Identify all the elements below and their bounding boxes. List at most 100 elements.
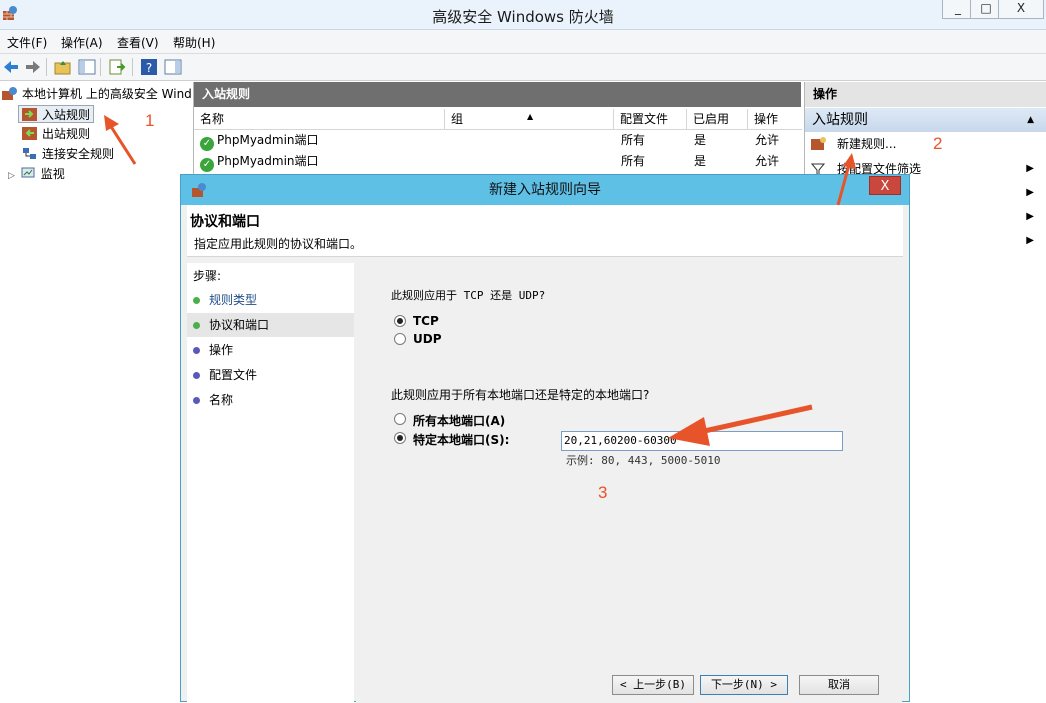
toolbar-separator xyxy=(100,58,101,76)
radio-specific-ports-label[interactable]: 特定本地端口(S): xyxy=(413,431,509,448)
back-arrow-icon[interactable] xyxy=(2,58,20,76)
dialog-titlebar: 新建入站规则向导 X xyxy=(181,175,909,205)
step-bullet-icon xyxy=(193,297,200,304)
dialog-close-button[interactable]: X xyxy=(869,176,901,195)
monitoring-icon xyxy=(21,167,35,178)
new-inbound-rule-wizard: 新建入站规则向导 X 协议和端口 指定应用此规则的协议和端口。 步骤: 规则类型… xyxy=(180,174,910,703)
tree-root[interactable]: 本地计算机 上的高级安全 Wind xyxy=(2,85,192,103)
actions-pane-header: 操作 xyxy=(805,82,1046,107)
submenu-arrow-icon: ▶ xyxy=(1026,187,1034,198)
step-label: 名称 xyxy=(209,393,234,407)
show-hide-tree-icon[interactable] xyxy=(78,58,96,76)
rules-pane-header: 入站规则 xyxy=(194,82,801,107)
step-label: 配置文件 xyxy=(209,368,258,382)
menu-file[interactable]: 文件(F) xyxy=(7,34,47,51)
toolbar: ? xyxy=(0,54,1046,81)
wizard-content: 此规则应用于 TCP 还是 UDP? TCP UDP 此规则应用于所有本地端口还… xyxy=(356,263,902,703)
tree-item-outbound-rules[interactable]: 出站规则 xyxy=(22,125,90,143)
submenu-arrow-icon: ▶ xyxy=(1026,211,1034,222)
tree-item-label: 监视 xyxy=(40,167,65,181)
radio-tcp-label[interactable]: TCP xyxy=(413,314,439,328)
step-profile[interactable]: 配置文件 xyxy=(187,363,354,387)
step-bullet-icon xyxy=(193,397,200,404)
svg-text:?: ? xyxy=(146,61,152,75)
step-protocol-ports[interactable]: 协议和端口 xyxy=(187,313,354,337)
dialog-title: 新建入站规则向导 xyxy=(489,182,601,198)
show-action-pane-icon[interactable] xyxy=(164,58,182,76)
export-list-icon[interactable] xyxy=(108,58,126,76)
expand-chevron-icon[interactable]: ▷ xyxy=(8,171,15,181)
toolbar-separator xyxy=(46,58,47,76)
column-header-name[interactable]: 名称 xyxy=(194,109,445,130)
specific-ports-input[interactable]: 20,21,60200-60300 xyxy=(561,431,843,451)
ports-question: 此规则应用于所有本地端口还是特定的本地端口? xyxy=(391,388,650,402)
rule-profile: 所有 xyxy=(621,133,646,147)
tree-root-label: 本地计算机 上的高级安全 Wind xyxy=(22,87,192,101)
tree-item-monitoring[interactable]: ▷ 监视 xyxy=(8,165,65,183)
firewall-icon xyxy=(2,87,17,100)
annotation-3: 3 xyxy=(598,483,608,502)
outbound-rules-icon xyxy=(22,127,37,140)
connection-security-icon xyxy=(23,148,36,159)
radio-udp[interactable] xyxy=(394,333,406,345)
tree-item-label: 连接安全规则 xyxy=(42,147,115,161)
new-rule-label: 新建规则... xyxy=(837,137,897,151)
forward-arrow-icon[interactable] xyxy=(24,58,42,76)
actions-section-inbound[interactable]: 入站规则 ▲ xyxy=(805,108,1046,132)
radio-tcp[interactable] xyxy=(394,315,406,327)
step-bullet-icon xyxy=(193,322,200,329)
column-header-group[interactable]: 组 ▲ xyxy=(445,109,614,130)
steps-title: 步骤: xyxy=(193,269,222,283)
inbound-rules-icon xyxy=(22,108,37,121)
rule-name: PhpMyadmin端口 xyxy=(217,154,319,168)
tree-item-label: 出站规则 xyxy=(42,127,91,141)
column-header-enabled[interactable]: 已启用 xyxy=(687,109,748,130)
back-button[interactable]: < 上一步(B) xyxy=(612,675,694,695)
column-header-group-label: 组 xyxy=(451,112,464,126)
radio-all-ports[interactable] xyxy=(394,413,406,425)
window-titlebar: 高级安全 Windows 防火墙 _ □ X xyxy=(0,0,1046,30)
rule-enabled: 是 xyxy=(694,133,707,147)
tree-item-inbound-rules[interactable]: 入站规则 xyxy=(18,105,95,123)
allow-check-icon: ✓ xyxy=(200,137,214,151)
protocol-question: 此规则应用于 TCP 还是 UDP? xyxy=(391,289,546,302)
new-rule-action[interactable]: 新建规则... xyxy=(805,132,1046,156)
actions-section-label: 入站规则 xyxy=(812,112,868,128)
annotation-1: 1 xyxy=(145,111,155,130)
menu-help[interactable]: 帮助(H) xyxy=(173,34,215,51)
window-close-button[interactable]: X xyxy=(998,0,1044,19)
firewall-icon xyxy=(192,183,206,197)
collapse-icon[interactable]: ▲ xyxy=(1027,108,1034,132)
menu-bar: 文件(F) 操作(A) 查看(V) 帮助(H) xyxy=(0,30,1046,54)
rule-profile: 所有 xyxy=(621,154,646,168)
step-label: 规则类型 xyxy=(209,293,258,307)
toolbar-separator xyxy=(132,58,133,76)
menu-action[interactable]: 操作(A) xyxy=(61,34,103,51)
step-action[interactable]: 操作 xyxy=(187,338,354,362)
cancel-button[interactable]: 取消 xyxy=(799,675,879,695)
next-button[interactable]: 下一步(N) > xyxy=(700,675,788,695)
column-header-profile[interactable]: 配置文件 xyxy=(614,109,687,130)
radio-specific-ports[interactable] xyxy=(394,432,406,444)
rule-name-cell: ✓ PhpMyadmin端口 xyxy=(200,130,319,151)
submenu-arrow-icon: ▶ xyxy=(1026,163,1034,174)
step-bullet-icon xyxy=(193,347,200,354)
folder-up-icon[interactable] xyxy=(54,58,72,76)
help-icon[interactable]: ? xyxy=(140,58,158,76)
step-rule-type[interactable]: 规则类型 xyxy=(187,288,354,312)
rules-list-pane: 入站规则 名称 组 ▲ 配置文件 已启用 操作 ✓ PhpMyadmin端口 所有… xyxy=(193,82,802,176)
radio-udp-label[interactable]: UDP xyxy=(413,332,442,346)
sort-ascending-icon: ▲ xyxy=(527,112,534,121)
page-subheading: 指定应用此规则的协议和端口。 xyxy=(194,237,363,251)
new-rule-icon xyxy=(811,137,826,150)
step-name[interactable]: 名称 xyxy=(187,388,354,412)
dialog-header-panel: 协议和端口 指定应用此规则的协议和端口。 xyxy=(187,205,903,257)
rule-name-cell: ✓ PhpMyadmin端口 xyxy=(200,151,319,172)
rule-action: 允许 xyxy=(755,133,780,147)
navigation-tree: 本地计算机 上的高级安全 Wind 入站规则 出站规则 连接安全规则 ▷ 监视 xyxy=(0,82,192,702)
column-header-action[interactable]: 操作 xyxy=(748,109,802,130)
menu-view[interactable]: 查看(V) xyxy=(117,34,159,51)
tree-item-connection-security[interactable]: 连接安全规则 xyxy=(22,145,114,163)
rule-name: PhpMyadmin端口 xyxy=(217,133,319,147)
radio-all-ports-label[interactable]: 所有本地端口(A) xyxy=(413,412,505,429)
